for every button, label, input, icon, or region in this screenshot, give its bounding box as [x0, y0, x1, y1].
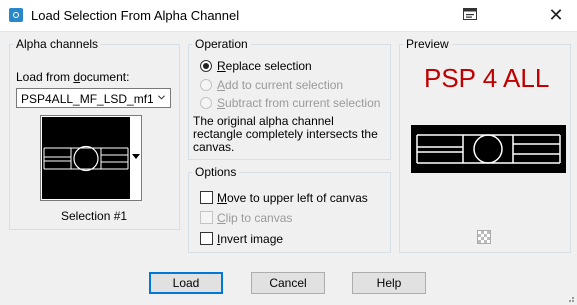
accesskey: A — [217, 78, 226, 92]
label-text: ove to upper left of canvas — [227, 191, 368, 205]
replace-selection-radio[interactable] — [200, 60, 212, 72]
note-line: canvas. — [193, 140, 235, 154]
accesskey: R — [217, 59, 226, 73]
operation-legend: Operation — [192, 37, 251, 51]
label-text: eplace selection — [225, 59, 312, 73]
transparency-checker-icon[interactable] — [477, 230, 491, 244]
document-select-value: PSP4ALL_MF_LSD_mf19.p — [21, 92, 153, 106]
label-text: dd to current selection — [225, 78, 344, 92]
close-button[interactable]: ✕ — [544, 4, 568, 26]
load-button[interactable]: Load — [149, 272, 223, 294]
load-from-document-label: Load from document: — [16, 70, 129, 84]
label-text: ubtract from current selection — [225, 96, 381, 110]
swatch-dropdown-arrow-icon — [132, 154, 140, 159]
selection-thumbnail — [42, 117, 130, 199]
window-title: Load Selection From Alpha Channel — [31, 8, 240, 23]
app-icon — [9, 8, 23, 22]
help-button[interactable]: Help — [352, 272, 426, 294]
accesskey: S — [217, 96, 226, 110]
invert-image-label[interactable]: Invert image — [217, 232, 283, 246]
alpha-channels-legend: Alpha channels — [13, 37, 102, 51]
context-help-icon[interactable] — [463, 8, 477, 20]
move-upper-left-label[interactable]: Move to upper left of canvas — [217, 191, 368, 205]
preview-image — [411, 125, 566, 173]
document-select[interactable]: PSP4ALL_MF_LSD_mf19.p — [16, 88, 171, 108]
label-text: nvert image — [220, 232, 284, 246]
accesskey: M — [217, 191, 227, 205]
watermark-text: PSP 4 ALL — [424, 63, 550, 93]
accesskey: C — [217, 211, 226, 225]
add-to-selection-radio[interactable] — [200, 79, 212, 91]
operation-note: The original alpha channel rectangle com… — [193, 115, 378, 154]
selection-name-label: Selection #1 — [61, 209, 128, 223]
label-part: Load from — [16, 70, 74, 84]
clip-to-canvas-label[interactable]: Clip to canvas — [217, 211, 292, 225]
clip-to-canvas-checkbox[interactable] — [200, 211, 213, 224]
cancel-button[interactable]: Cancel — [251, 272, 325, 294]
chevron-down-icon — [158, 95, 165, 100]
subtract-selection-radio[interactable] — [200, 97, 212, 109]
add-to-selection-label[interactable]: Add to current selection — [217, 78, 343, 92]
replace-selection-label[interactable]: Replace selection — [217, 59, 312, 73]
selection-swatch-dropdown[interactable] — [40, 115, 142, 201]
invert-image-checkbox[interactable] — [200, 232, 213, 245]
resize-grip-icon[interactable] — [565, 293, 575, 303]
label-text: lip to canvas — [225, 211, 293, 225]
options-legend: Options — [192, 165, 240, 179]
label-part: ocument: — [80, 70, 130, 84]
preview-legend: Preview — [403, 37, 452, 51]
move-upper-left-checkbox[interactable] — [200, 191, 213, 204]
subtract-selection-label[interactable]: Subtract from current selection — [217, 96, 380, 110]
